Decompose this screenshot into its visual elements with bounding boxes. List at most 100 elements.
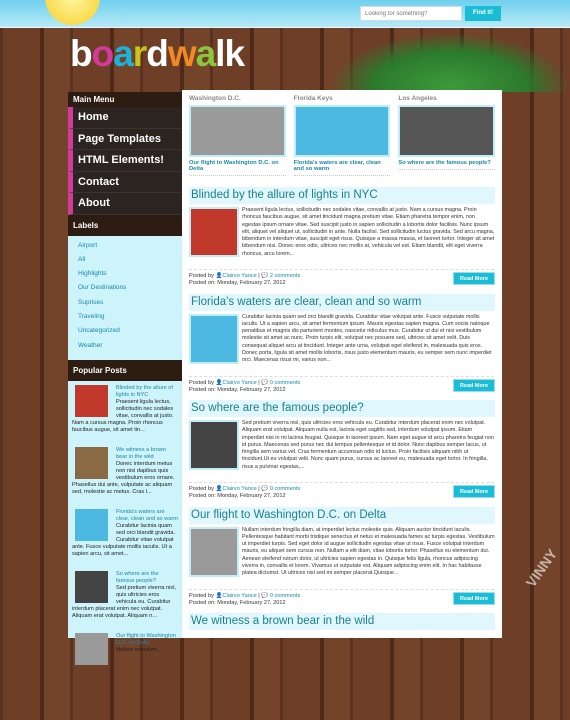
post-date: Posted on: Monday, February 27, 2012 bbox=[189, 386, 286, 393]
post-excerpt: Curabitur lacinia quam sed orci blandit … bbox=[242, 313, 492, 364]
label-link[interactable]: Weather bbox=[68, 339, 182, 353]
menu-item-about[interactable]: About bbox=[68, 193, 182, 215]
post-meta: Posted by 👤Clairvo Yance | 💬 0 comments P… bbox=[189, 482, 494, 500]
featured-title-link[interactable]: So where are the famous people? bbox=[398, 160, 496, 170]
posted-by-label: Posted by bbox=[189, 486, 214, 492]
popular-post-thumbnail[interactable] bbox=[75, 384, 108, 417]
comments-link[interactable]: 0 comments bbox=[270, 380, 300, 386]
logo-letter: a bbox=[113, 33, 134, 74]
featured-row: Washington D.C. Our flight to Washington … bbox=[189, 95, 496, 187]
author-link[interactable]: Clairvo Yance bbox=[222, 380, 256, 386]
posted-by-label: Posted by bbox=[189, 592, 214, 599]
comment-icon: | 💬 bbox=[256, 379, 270, 386]
menu-item-contact[interactable]: Contact bbox=[68, 171, 182, 193]
label-link[interactable]: Airport bbox=[68, 239, 182, 253]
comment-icon: | 💬 bbox=[256, 486, 270, 492]
read-more-button[interactable]: Read More bbox=[453, 378, 495, 392]
post-excerpt: Nullam interdum fringilla diam, at imper… bbox=[242, 526, 495, 577]
menu-item-home[interactable]: Home bbox=[68, 107, 182, 129]
label-link[interactable]: Traveling bbox=[68, 310, 182, 324]
search-button[interactable]: Find it! bbox=[465, 6, 501, 21]
post-date: Posted on: Monday, February 27, 2012 bbox=[189, 599, 286, 606]
logo-letter: w bbox=[167, 33, 197, 74]
popular-post: We witness a brown bear in the wild Donec… bbox=[68, 443, 182, 505]
blog-post: So where are the famous people? Sed preti… bbox=[189, 400, 495, 507]
logo[interactable]: boardwalk bbox=[70, 33, 245, 75]
read-more-button[interactable]: Read More bbox=[453, 272, 495, 285]
comments-link[interactable]: 0 comments bbox=[270, 486, 300, 492]
label-link[interactable]: Highlights bbox=[68, 267, 182, 281]
comments-link[interactable]: 2 comments bbox=[270, 273, 300, 279]
main-content: Washington D.C. Our flight to Washington … bbox=[182, 90, 502, 638]
featured-image[interactable] bbox=[293, 105, 391, 157]
comments-link[interactable]: 0 comments bbox=[270, 593, 300, 599]
featured-image[interactable] bbox=[398, 105, 496, 157]
popular-post: Florida's waters are clear, clean and so… bbox=[68, 505, 182, 567]
logo-letter: l bbox=[215, 33, 225, 74]
post-meta: Posted by 👤Clairvo Yance | 💬 2 comments P… bbox=[189, 269, 494, 287]
read-more-button[interactable]: Read More bbox=[453, 485, 495, 498]
post-excerpt: Sed pretium viverra nisl, quis ultricies… bbox=[242, 420, 495, 470]
blog-post: Florida's waters are clear, clean and so… bbox=[189, 293, 495, 401]
post-thumbnail[interactable] bbox=[189, 207, 239, 257]
posted-by-label: Posted by bbox=[189, 273, 214, 279]
logo-letter: o bbox=[91, 33, 115, 74]
plant-decoration bbox=[330, 32, 570, 92]
menu-item-page-templates[interactable]: Page Templates bbox=[68, 128, 182, 150]
post-title[interactable]: Florida's waters are clear, clean and so… bbox=[189, 293, 495, 311]
featured-title-link[interactable]: Our flight to Washington D.C. on Delta bbox=[189, 160, 286, 176]
post-title[interactable]: Our flight to Washington D.C. on Delta bbox=[189, 506, 495, 524]
featured-category: Los Angeles bbox=[398, 95, 437, 102]
popular-post-excerpt: Nullam interdum... bbox=[116, 647, 162, 654]
label-link[interactable]: Suprises bbox=[68, 296, 182, 310]
featured-item: Washington D.C. Our flight to Washington … bbox=[189, 95, 286, 187]
featured-title-link[interactable]: Florida's waters are clear, clean and so… bbox=[293, 160, 391, 176]
featured-category: Florida Keys bbox=[293, 95, 333, 102]
popular-post-thumbnail[interactable] bbox=[75, 446, 108, 479]
post-title[interactable]: So where are the famous people? bbox=[189, 400, 495, 417]
search-input[interactable] bbox=[360, 6, 462, 21]
popular-post-thumbnail[interactable] bbox=[75, 508, 108, 541]
comment-icon: | 💬 bbox=[256, 273, 270, 279]
popular-post-thumbnail[interactable] bbox=[75, 570, 108, 603]
label-link[interactable]: Our Destinations bbox=[68, 281, 182, 295]
author-link[interactable]: Clairvo Yance bbox=[222, 593, 256, 599]
popular-post: Blinded by the allure of lights in NYC Pr… bbox=[68, 381, 182, 443]
menu-item-html-elements-[interactable]: HTML Elements! bbox=[68, 150, 182, 172]
featured-item: Los Angeles So where are the famous peopl… bbox=[398, 95, 496, 187]
logo-letter: r bbox=[132, 33, 147, 74]
post-title[interactable]: Blinded by the allure of lights in NYC bbox=[189, 187, 495, 204]
featured-category: Washington D.C. bbox=[189, 95, 241, 102]
popular-posts-title: Popular Posts bbox=[68, 359, 182, 381]
post-body: Praesent ligula lectus, sollicitudin nec… bbox=[189, 207, 495, 258]
featured-image[interactable] bbox=[189, 105, 286, 157]
post-title[interactable]: We witness a brown bear in the wild bbox=[189, 613, 495, 630]
post-body: Curabitur lacinia quam sed orci blandit … bbox=[189, 313, 495, 365]
post-excerpt: Praesent ligula lectus, sollicitudin nec… bbox=[242, 207, 495, 257]
post-date: Posted on: Monday, February 27, 2012 bbox=[189, 493, 286, 499]
logo-letter: b bbox=[70, 33, 93, 74]
author-link[interactable]: Clairvo Yance bbox=[222, 273, 256, 279]
featured-item: Florida Keys Florida's waters are clear, … bbox=[293, 95, 391, 187]
read-more-button[interactable]: Read More bbox=[453, 591, 495, 605]
logo-letter: a bbox=[195, 33, 217, 74]
sun-decoration bbox=[45, 0, 100, 25]
post-thumbnail[interactable] bbox=[189, 313, 239, 364]
label-link[interactable]: All bbox=[68, 253, 182, 267]
logo-letter: d bbox=[146, 33, 169, 74]
post-thumbnail[interactable] bbox=[189, 526, 239, 577]
post-meta: Posted by 👤Clairvo Yance | 💬 0 comments P… bbox=[189, 588, 494, 607]
popular-post: Our flight to Washington D.C. on Delta Nu… bbox=[68, 629, 182, 691]
blog-post: Our flight to Washington D.C. on Delta Nu… bbox=[189, 506, 495, 614]
logo-letter: k bbox=[224, 33, 245, 74]
posted-by-label: Posted by bbox=[189, 379, 214, 386]
label-link[interactable]: Uncategorized bbox=[68, 324, 182, 338]
watermark: VINNY bbox=[522, 545, 561, 591]
blog-post: We witness a brown bear in the wild bbox=[189, 613, 495, 720]
author-link[interactable]: Clairvo Yance bbox=[222, 486, 256, 492]
main-menu-title: Main Menu bbox=[68, 92, 182, 107]
post-thumbnail[interactable] bbox=[189, 420, 239, 470]
comment-icon: | 💬 bbox=[256, 592, 270, 599]
post-body: Nullam interdum fringilla diam, at imper… bbox=[189, 526, 495, 578]
labels-title: Labels bbox=[68, 214, 182, 236]
